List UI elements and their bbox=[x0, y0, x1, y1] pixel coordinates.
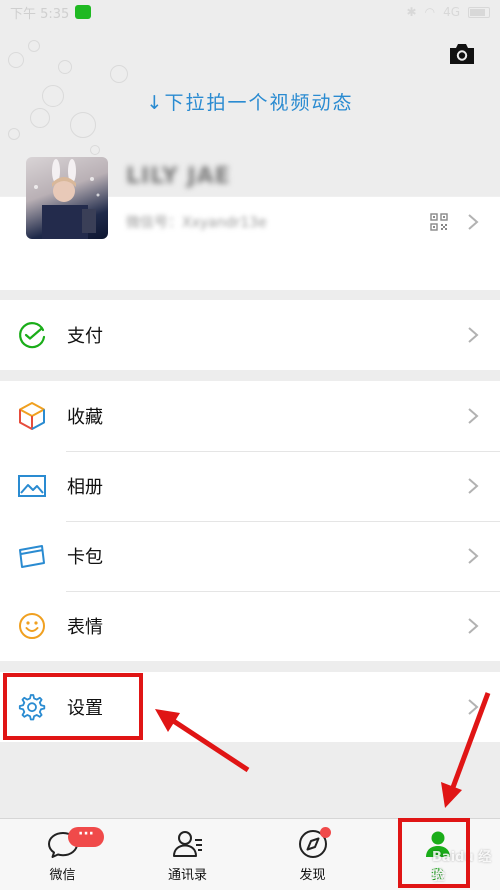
avatar[interactable] bbox=[26, 157, 108, 239]
menu-item-stickers[interactable]: 表情 bbox=[0, 591, 500, 661]
chevron-right-icon bbox=[468, 548, 479, 564]
wechat-pay-icon bbox=[19, 322, 46, 349]
menu-item-pay[interactable]: 支付 bbox=[0, 300, 500, 370]
chevron-right-icon bbox=[468, 214, 479, 230]
smiley-icon bbox=[19, 613, 45, 639]
profile-name: LILY JAE bbox=[126, 164, 231, 189]
tab-discover[interactable]: 发现 bbox=[250, 819, 375, 890]
pay-group: 支付 bbox=[0, 300, 500, 370]
menu-item-label: 设置 bbox=[67, 698, 103, 719]
menu-item-settings[interactable]: 设置 bbox=[0, 672, 500, 742]
arrow-head-icon bbox=[441, 782, 462, 808]
decor-bubble bbox=[70, 112, 96, 138]
album-picture-icon bbox=[18, 475, 46, 497]
menu-item-favorites[interactable]: 收藏 bbox=[0, 381, 500, 451]
profile-header-area[interactable]: ↓下拉拍一个视频动态 bbox=[0, 0, 500, 290]
menu-item-label: 支付 bbox=[67, 326, 103, 347]
tab-label: 微信 bbox=[49, 868, 76, 883]
menu-item-album[interactable]: 相册 bbox=[0, 451, 500, 521]
status-bar: 下午 5:35 ✱ ◠ 4G bbox=[0, 0, 500, 24]
chevron-right-icon bbox=[468, 618, 479, 634]
bluetooth-icon: ✱ bbox=[406, 5, 417, 19]
tools-group: 收藏 相册 卡包 表情 bbox=[0, 381, 500, 661]
menu-item-label: 相册 bbox=[67, 477, 103, 498]
menu-item-label: 卡包 bbox=[67, 547, 103, 568]
decor-bubble bbox=[8, 52, 24, 68]
decor-bubble bbox=[8, 128, 20, 140]
chevron-right-icon bbox=[468, 699, 479, 715]
tab-label: 发现 bbox=[299, 868, 326, 883]
menu-item-label: 收藏 bbox=[67, 407, 103, 428]
tab-label: 通讯录 bbox=[167, 868, 207, 883]
chevron-right-icon bbox=[468, 478, 479, 494]
gear-icon bbox=[18, 694, 46, 721]
favorites-cube-icon bbox=[19, 402, 45, 430]
profile-wechat-id: 微信号：Xxyandr13e bbox=[126, 215, 267, 231]
unread-badge: ··· bbox=[68, 827, 104, 847]
contacts-icon bbox=[172, 831, 202, 857]
network-label: 4G bbox=[443, 5, 460, 19]
tab-contacts[interactable]: 通讯录 bbox=[125, 819, 250, 890]
pull-down-video-hint[interactable]: ↓下拉拍一个视频动态 bbox=[0, 88, 500, 115]
wifi-icon: ◠ bbox=[424, 5, 436, 19]
watermark-text: Baidu 经验 bbox=[432, 850, 492, 884]
chevron-right-icon bbox=[468, 327, 479, 343]
status-time: 下午 5:35 bbox=[10, 6, 70, 22]
avatar-photo bbox=[34, 159, 100, 239]
battery-icon bbox=[468, 6, 490, 18]
menu-item-label: 表情 bbox=[67, 617, 103, 638]
wechat-notification-icon bbox=[75, 5, 92, 19]
decor-bubble bbox=[28, 40, 40, 52]
card-wallet-icon bbox=[19, 545, 45, 568]
tab-chats[interactable]: 微信 bbox=[0, 819, 125, 890]
menu-item-card-wallet[interactable]: 卡包 bbox=[0, 521, 500, 591]
chevron-right-icon bbox=[468, 408, 479, 424]
decor-bubble bbox=[90, 145, 100, 155]
qr-code-icon[interactable] bbox=[430, 213, 448, 231]
settings-group: 设置 bbox=[0, 672, 500, 742]
discover-red-dot bbox=[320, 827, 331, 838]
decor-bubble bbox=[58, 60, 72, 74]
camera-icon[interactable] bbox=[448, 42, 476, 66]
decor-bubble bbox=[110, 65, 128, 83]
